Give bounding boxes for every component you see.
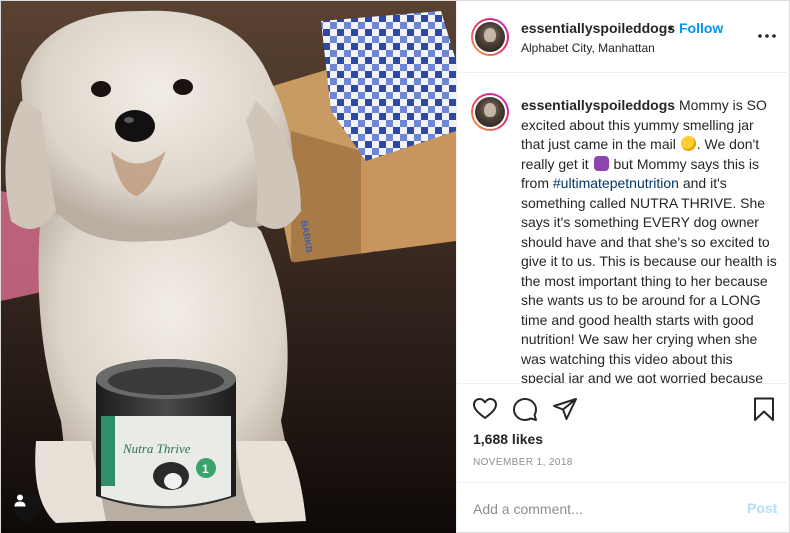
hashtag-link[interactable]: #ultimatepetnutrition — [553, 175, 679, 191]
post-header: essentiallyspoileddogs • Follow Alphabet… — [457, 1, 790, 73]
face-emoji-icon — [680, 136, 696, 151]
author-avatar[interactable] — [471, 18, 509, 56]
caption-username[interactable]: essentiallyspoileddogs — [521, 97, 675, 113]
user-tag-icon[interactable] — [13, 493, 41, 521]
instagram-post: GUARAN BARKB — [0, 0, 790, 533]
post-side-panel: essentiallyspoileddogs • Follow Alphabet… — [456, 1, 790, 533]
post-photo[interactable]: GUARAN BARKB — [1, 1, 456, 533]
follow-button[interactable]: Follow — [679, 20, 723, 36]
like-count[interactable]: 1,688 likes — [473, 431, 543, 447]
post-comment-button[interactable]: Post — [747, 500, 777, 516]
person-shrug-emoji-icon — [593, 155, 609, 171]
jar-label-text: Nutra Thrive — [122, 441, 191, 456]
comments-section[interactable]: essentiallyspoileddogs Mommy is SO excit… — [457, 73, 790, 383]
jar-badge-text: 1 — [202, 462, 209, 476]
more-options-icon[interactable] — [757, 26, 777, 46]
caption-author-avatar[interactable] — [471, 93, 509, 131]
post-date[interactable]: NOVEMBER 1, 2018 — [473, 457, 573, 468]
bookmark-icon[interactable] — [751, 396, 777, 422]
post-location[interactable]: Alphabet City, Manhattan — [521, 41, 655, 55]
author-username[interactable]: essentiallyspoileddogs — [521, 20, 675, 36]
heart-icon[interactable] — [472, 396, 498, 422]
comment-composer: Post — [457, 482, 790, 533]
caption-text-part: and it's something called NUTRA THRIVE. … — [521, 175, 777, 383]
paper-plane-icon[interactable] — [552, 396, 578, 422]
post-caption: essentiallyspoileddogs Mommy is SO excit… — [521, 96, 777, 383]
separator-dot: • — [668, 20, 673, 36]
dog-photo-illustration: GUARAN BARKB — [1, 1, 456, 533]
comment-bubble-icon[interactable] — [512, 396, 538, 422]
action-bar: 1,688 likes NOVEMBER 1, 2018 Post — [457, 383, 790, 533]
comment-input[interactable] — [473, 499, 723, 519]
